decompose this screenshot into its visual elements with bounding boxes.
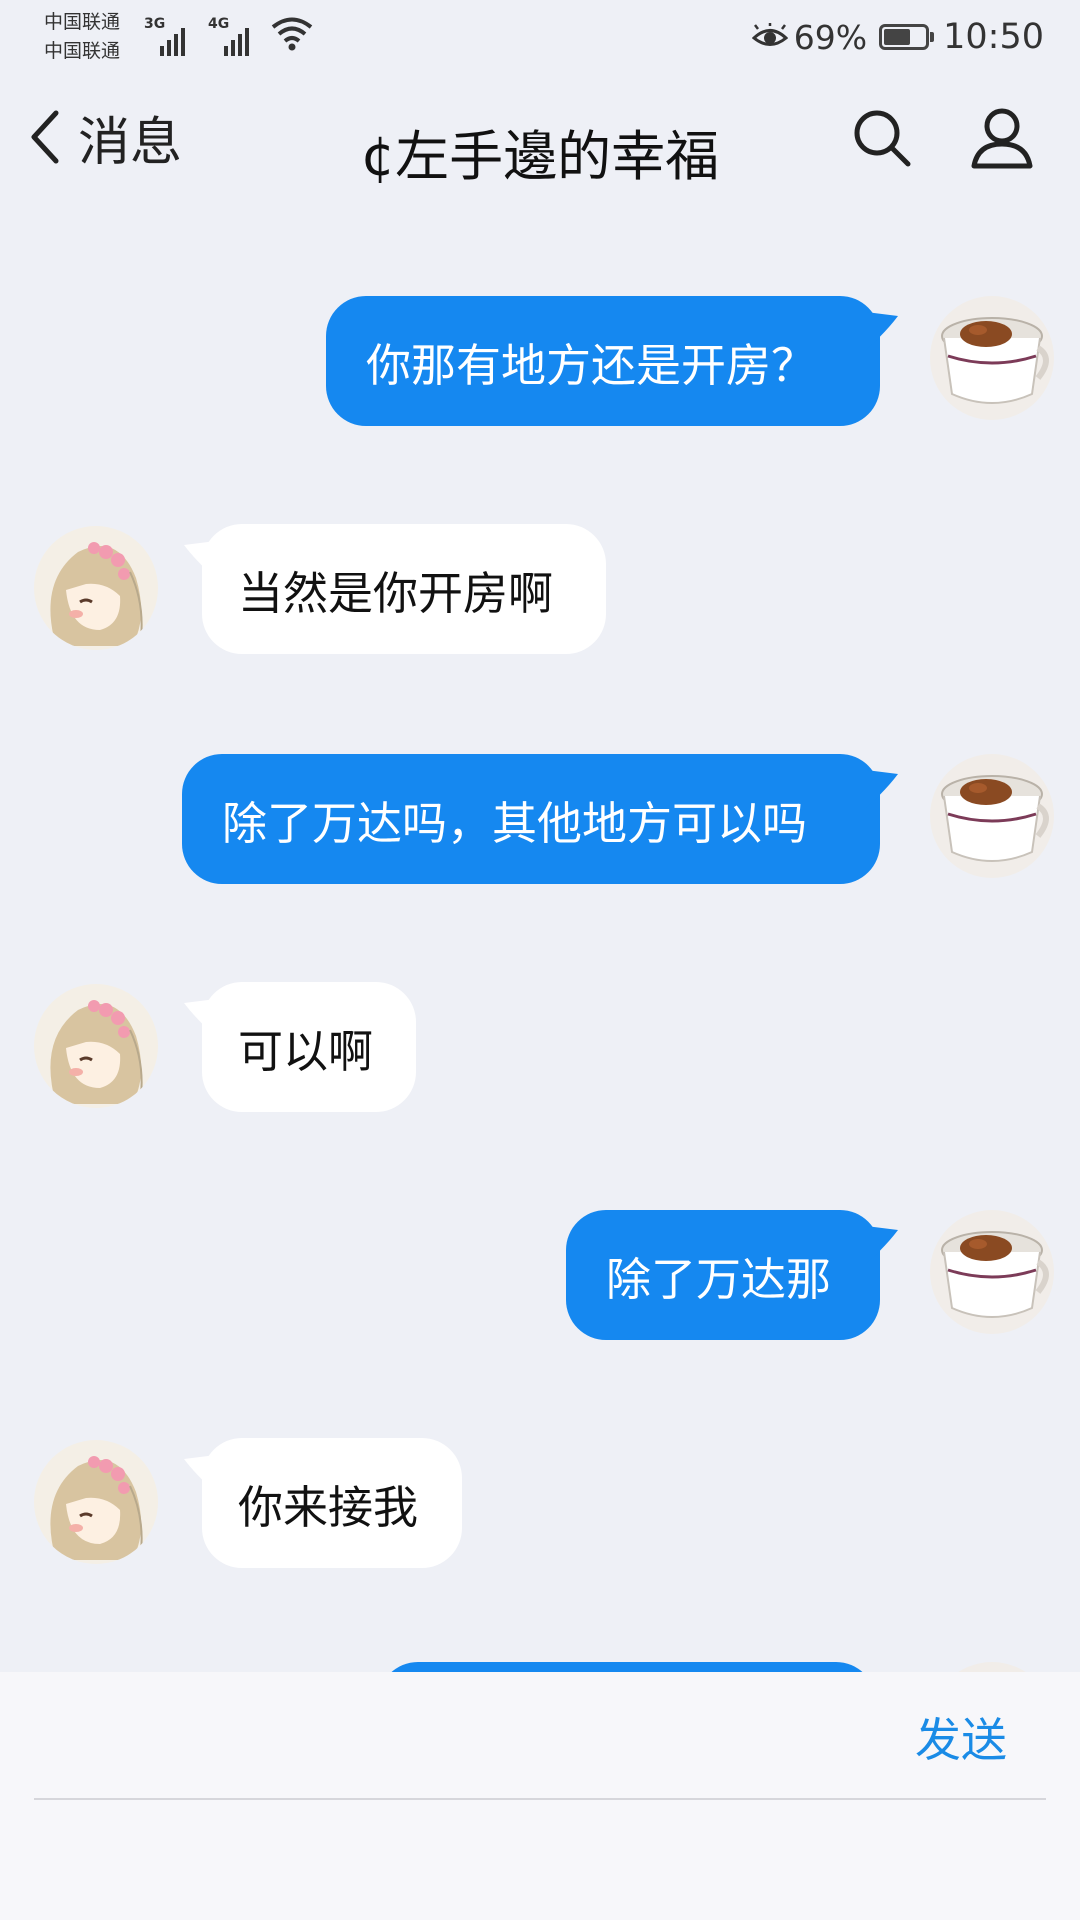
incoming-message-bubble[interactable]: 可以啊 <box>202 982 416 1112</box>
battery-icon <box>879 24 935 50</box>
outgoing-message-bubble[interactable]: 你那有地方还是开房？ <box>326 296 880 426</box>
network-2-label: 4G <box>208 16 230 32</box>
incoming-message-bubble[interactable]: 你来接我 <box>202 1438 462 1568</box>
incoming-message-bubble[interactable]: 当然是你开房啊 <box>202 524 606 654</box>
input-divider <box>34 1798 1046 1800</box>
page-title: ¢左手邊的幸福 <box>360 125 720 188</box>
search-button[interactable] <box>850 106 914 170</box>
chat-area[interactable]: 你那有地方还是开房？ 当然是你开房啊除了万达吗，其他地方可以吗可以啊除了万达那 你来… <box>0 206 1080 1672</box>
outgoing-bubble-tail <box>866 1226 898 1264</box>
back-button[interactable]: 消息 <box>28 100 182 174</box>
incoming-bubble-tail <box>184 999 214 1035</box>
send-button[interactable]: 发送 <box>915 1704 1007 1770</box>
outgoing-bubble-tail <box>866 312 898 350</box>
carrier-2-label: 中国联通 <box>44 40 121 62</box>
battery-percent-label: 69% <box>793 17 868 57</box>
carrier-1-label: 中国联通 <box>44 11 121 33</box>
nav-bar: 消息 ¢左手邊的幸福 <box>0 76 1080 206</box>
status-bar: 中国联通 中国联通 3G 4G 69% 10:50 <box>0 0 1080 76</box>
incoming-bubble-tail <box>184 541 214 577</box>
wifi-icon <box>271 17 313 51</box>
profile-button[interactable] <box>968 104 1036 172</box>
my-avatar[interactable] <box>930 296 1054 420</box>
outgoing-bubble-tail <box>866 770 898 808</box>
eye-comfort-icon <box>751 23 788 46</box>
incoming-bubble-tail <box>184 1455 214 1491</box>
network-1-label: 3G <box>144 16 166 32</box>
contact-avatar[interactable] <box>34 1440 158 1564</box>
outgoing-message-bubble[interactable]: 除了万达吗，其他地方可以吗 <box>182 754 880 884</box>
carrier-labels: 中国联通 中国联通 <box>44 8 120 66</box>
status-right-group: 69% 10:50 <box>751 14 1044 60</box>
outgoing-message-bubble[interactable]: 除了万达那 <box>566 1210 880 1340</box>
contact-avatar[interactable] <box>34 526 158 650</box>
outgoing-message-bubble[interactable] <box>378 1662 876 1672</box>
search-icon <box>854 110 911 167</box>
input-bar: 发送 <box>0 1672 1080 1920</box>
back-label: 消息 <box>78 112 183 173</box>
my-avatar[interactable] <box>930 754 1054 878</box>
chevron-left-icon <box>31 110 59 164</box>
contact-avatar[interactable] <box>34 984 158 1108</box>
clock-label: 10:50 <box>943 17 1044 57</box>
my-avatar[interactable] <box>930 1662 1054 1672</box>
my-avatar[interactable] <box>930 1210 1054 1334</box>
message-input[interactable] <box>40 1682 904 1814</box>
person-icon <box>971 108 1033 169</box>
